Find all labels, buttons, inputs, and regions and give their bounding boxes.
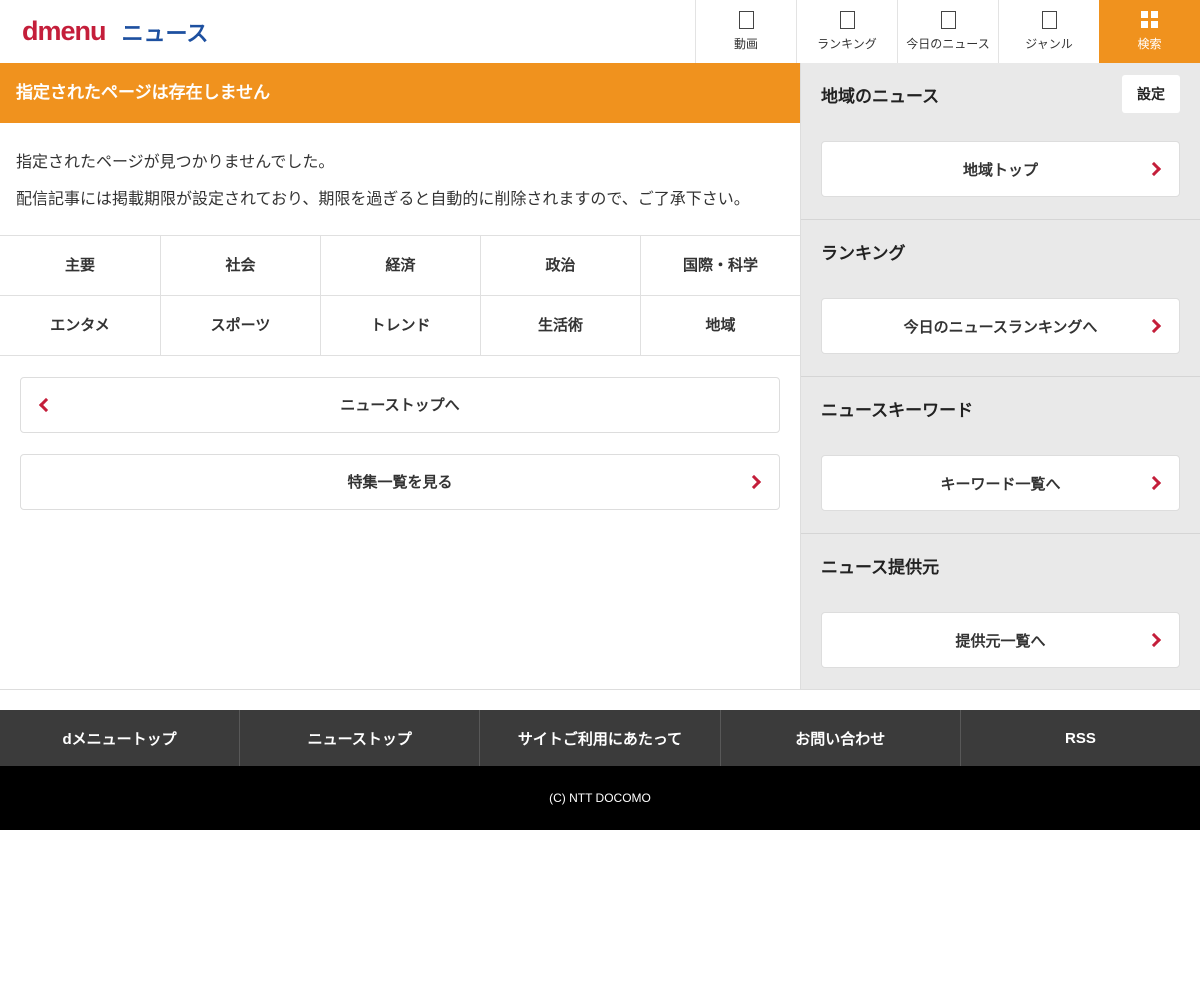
region-top-card[interactable]: 地域トップ xyxy=(821,141,1180,197)
feature-list-button-label: 特集一覧を見る xyxy=(347,471,452,492)
chevron-right-icon xyxy=(1147,319,1161,333)
keyword-list-card[interactable]: キーワード一覧へ xyxy=(821,455,1180,511)
sidebar-section-ranking: ランキング 今日のニュースランキングへ xyxy=(801,219,1200,354)
chevron-right-icon xyxy=(747,475,761,489)
sidebar-heading-region-news: 地域のニュース xyxy=(821,82,939,107)
nav-item-genre[interactable]: ジャンル xyxy=(998,0,1099,63)
footer-link-dmenu-top[interactable]: dメニュートップ xyxy=(0,710,239,766)
nav-label: 検索 xyxy=(1137,35,1161,52)
nav-item-ranking[interactable]: ランキング xyxy=(796,0,897,63)
category-society[interactable]: 社会 xyxy=(160,236,320,296)
footer-link-news-top[interactable]: ニューストップ xyxy=(239,710,479,766)
news-top-button-label: ニューストップへ xyxy=(340,394,459,415)
ranking-icon xyxy=(840,11,855,29)
dmenu-logo[interactable]: dmenu xyxy=(22,16,106,47)
sidebar-section-providers: ニュース提供元 提供元一覧へ xyxy=(801,533,1200,668)
footer-link-rss[interactable]: RSS xyxy=(960,710,1200,766)
sidebar-section-keywords: ニュースキーワード キーワード一覧へ xyxy=(801,376,1200,511)
feature-list-button[interactable]: 特集一覧を見る xyxy=(20,454,780,510)
header: dmenu ニュース 動画 ランキング 今日のニュース ジャンル 検索 xyxy=(0,0,1200,63)
service-name[interactable]: ニュース xyxy=(122,16,209,48)
chevron-right-icon xyxy=(1147,476,1161,490)
provider-list-label: 提供元一覧へ xyxy=(955,630,1045,651)
category-lifestyle[interactable]: 生活術 xyxy=(480,296,640,356)
sidebar-section-header: 地域のニュース 設定 xyxy=(801,63,1200,125)
error-line-1: 指定されたページが見つかりませんでした。 xyxy=(16,145,784,182)
error-line-2: 配信記事には掲載期限が設定されており、期限を過ぎると自動的に削除されますので、ご… xyxy=(16,182,784,219)
logo[interactable]: dmenu ニュース xyxy=(0,0,208,63)
sidebar-heading-keywords: ニュースキーワード xyxy=(821,396,973,421)
sidebar-heading-ranking: ランキング xyxy=(821,239,906,264)
category-sports[interactable]: スポーツ xyxy=(160,296,320,356)
category-international-science[interactable]: 国際・科学 xyxy=(640,236,800,296)
today-ranking-label: 今日のニュースランキングへ xyxy=(904,316,1098,337)
category-main[interactable]: 主要 xyxy=(0,236,160,296)
category-politics[interactable]: 政治 xyxy=(480,236,640,296)
category-entertainment[interactable]: エンタメ xyxy=(0,296,160,356)
error-message: 指定されたページが見つかりませんでした。 配信記事には掲載期限が設定されており、… xyxy=(0,123,800,229)
genre-icon xyxy=(1042,11,1057,29)
region-top-label: 地域トップ xyxy=(963,159,1038,180)
copyright: (C) NTT DOCOMO xyxy=(0,766,1200,830)
nav-item-today-news[interactable]: 今日のニュース xyxy=(897,0,998,63)
sidebar-section-header: ランキング xyxy=(801,220,1200,282)
sidebar-section-header: ニュースキーワード xyxy=(801,377,1200,439)
error-banner: 指定されたページは存在しません xyxy=(0,63,800,123)
sidebar-section-region-news: 地域のニュース 設定 地域トップ xyxy=(801,63,1200,197)
category-region[interactable]: 地域 xyxy=(640,296,800,356)
content-row: 指定されたページは存在しません 指定されたページが見つかりませんでした。 配信記… xyxy=(0,63,1200,690)
news-top-button[interactable]: ニューストップへ xyxy=(20,377,780,433)
nav-label: 動画 xyxy=(734,35,758,52)
main-column: 指定されたページは存在しません 指定されたページが見つかりませんでした。 配信記… xyxy=(0,63,800,689)
keyword-list-label: キーワード一覧へ xyxy=(940,473,1060,494)
today-ranking-card[interactable]: 今日のニュースランキングへ xyxy=(821,298,1180,354)
nav-label: ランキング xyxy=(817,35,877,52)
settings-button[interactable]: 設定 xyxy=(1122,75,1180,113)
chevron-right-icon xyxy=(1147,633,1161,647)
sidebar: 地域のニュース 設定 地域トップ ランキング 今日のニュースランキングへ ニュー… xyxy=(800,63,1200,689)
sidebar-section-header: ニュース提供元 xyxy=(801,534,1200,596)
category-grid: 主要 社会 経済 政治 国際・科学 エンタメ スポーツ トレンド 生活術 地域 xyxy=(0,235,800,356)
footer-link-site-usage[interactable]: サイトご利用にあたって xyxy=(479,710,719,766)
chevron-left-icon xyxy=(39,398,53,412)
video-icon xyxy=(739,11,754,29)
category-economy[interactable]: 経済 xyxy=(320,236,480,296)
nav-label: ジャンル xyxy=(1025,35,1072,52)
search-icon xyxy=(1141,11,1158,28)
chevron-right-icon xyxy=(1147,162,1161,176)
nav-item-video[interactable]: 動画 xyxy=(695,0,796,63)
header-nav: 動画 ランキング 今日のニュース ジャンル 検索 xyxy=(695,0,1200,63)
nav-label: 今日のニュース xyxy=(906,35,989,52)
sidebar-heading-providers: ニュース提供元 xyxy=(821,553,939,578)
provider-list-card[interactable]: 提供元一覧へ xyxy=(821,612,1180,668)
today-news-icon xyxy=(941,11,956,29)
category-trend[interactable]: トレンド xyxy=(320,296,480,356)
footer-link-contact[interactable]: お問い合わせ xyxy=(720,710,960,766)
footer-nav: dメニュートップ ニューストップ サイトご利用にあたって お問い合わせ RSS xyxy=(0,710,1200,766)
nav-item-search[interactable]: 検索 xyxy=(1099,0,1200,63)
